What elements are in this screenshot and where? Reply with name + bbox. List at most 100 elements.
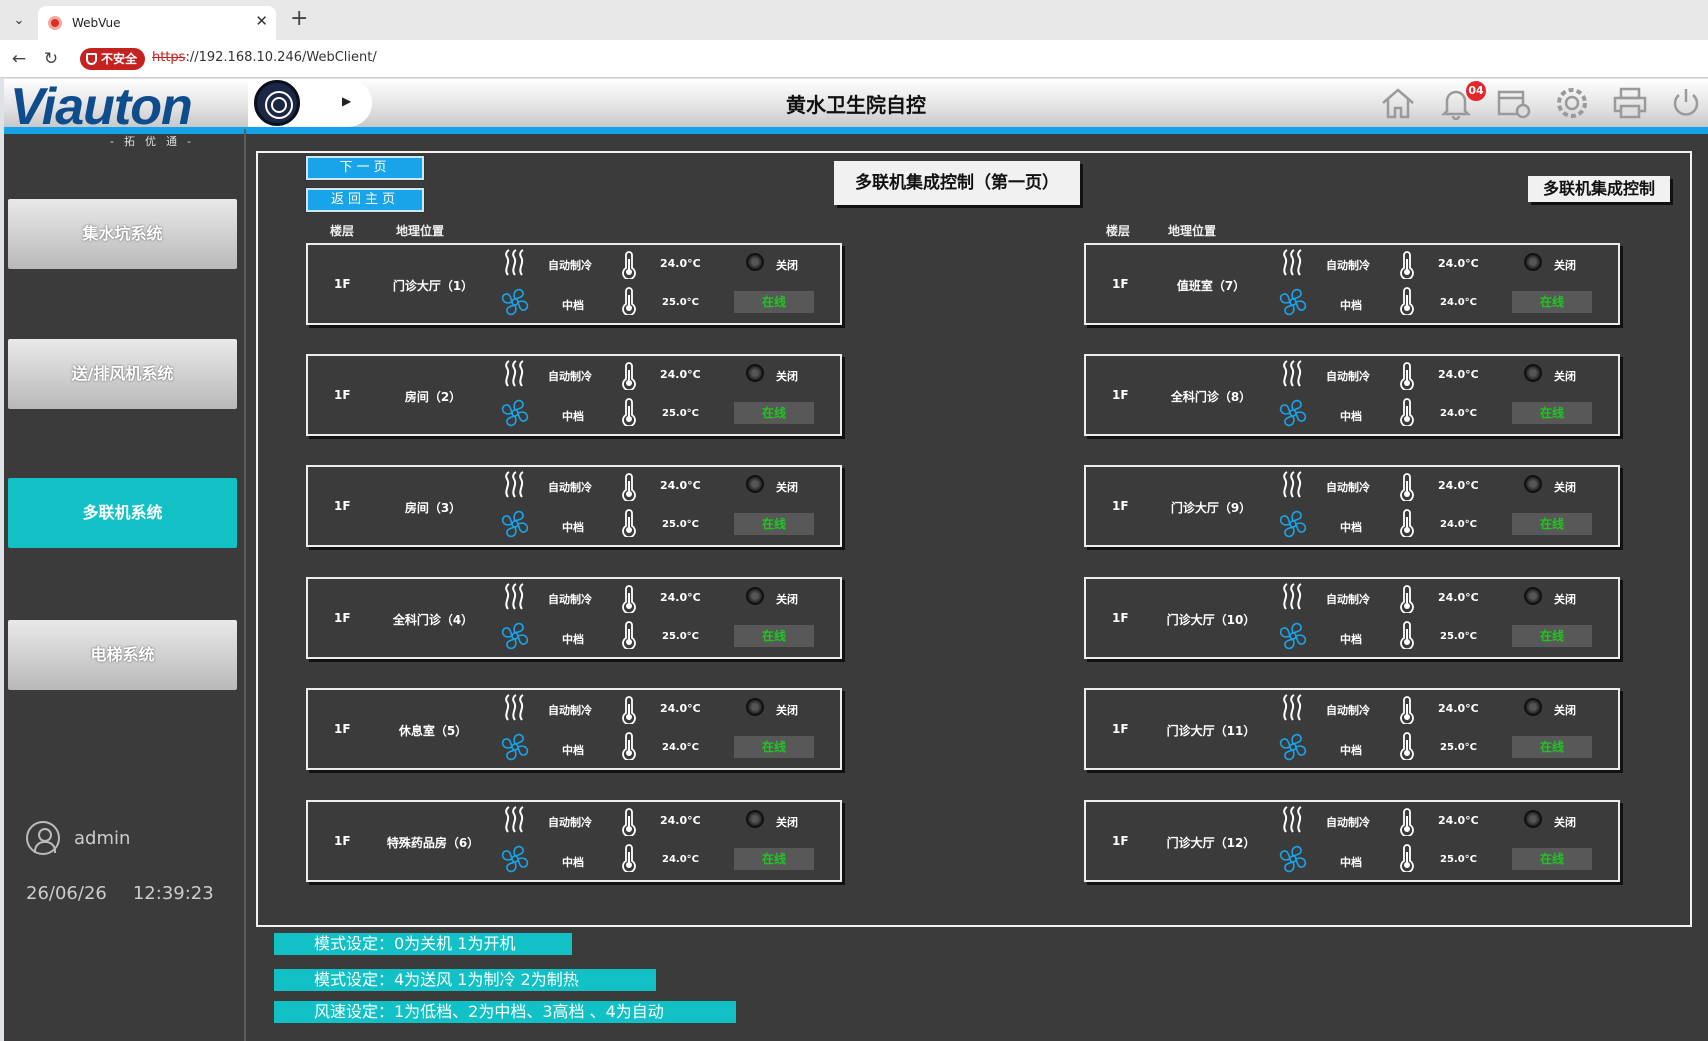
back-home-button[interactable]: 返回主页 xyxy=(306,188,424,212)
vrv-unit-card-5[interactable]: 1F 休息室（5） 自动制冷 中档 24.0°C 24.0°C 关闭 在线 xyxy=(306,688,842,770)
unit-mode[interactable]: 自动制冷 xyxy=(548,257,592,273)
vrv-unit-card-8[interactable]: 1F 全科门诊（8） 自动制冷 中档 24.0°C 24.0°C 关闭 在线 xyxy=(1084,354,1620,436)
unit-mode[interactable]: 自动制冷 xyxy=(1326,368,1370,384)
unit-fan-speed[interactable]: 中档 xyxy=(562,408,584,424)
unit-fan-speed[interactable]: 中档 xyxy=(1340,297,1362,313)
unit-mode[interactable]: 自动制冷 xyxy=(1326,814,1370,830)
unit-fan-speed[interactable]: 中档 xyxy=(1340,742,1362,758)
power-icon[interactable] xyxy=(1666,83,1706,123)
favicon-icon xyxy=(48,16,62,30)
unit-set-temperature[interactable]: 24.0°C xyxy=(660,368,701,381)
printer-icon[interactable] xyxy=(1610,83,1650,123)
unit-fan-speed[interactable]: 中档 xyxy=(1340,631,1362,647)
unit-mode[interactable]: 自动制冷 xyxy=(548,368,592,384)
power-knob-icon[interactable] xyxy=(1524,475,1542,493)
unit-set-temperature[interactable]: 24.0°C xyxy=(1438,368,1479,381)
vrv-unit-card-10[interactable]: 1F 门诊大厅（10） 自动制冷 中档 24.0°C 25.0°C 关闭 在线 xyxy=(1084,577,1620,659)
vrv-unit-card-6[interactable]: 1F 特殊药品房（6） 自动制冷 中档 24.0°C 24.0°C 关闭 在线 xyxy=(306,800,842,882)
vrv-unit-card-9[interactable]: 1F 门诊大厅（9） 自动制冷 中档 24.0°C 24.0°C 关闭 在线 xyxy=(1084,465,1620,547)
not-secure-chip[interactable]: 不安全 xyxy=(80,48,146,70)
shield-icon xyxy=(86,53,97,65)
unit-set-temperature[interactable]: 24.0°C xyxy=(660,702,701,715)
vrv-unit-card-2[interactable]: 1F 房间（2） 自动制冷 中档 24.0°C 25.0°C 关闭 在线 xyxy=(306,354,842,436)
power-knob-icon[interactable] xyxy=(746,810,764,828)
fan-icon[interactable] xyxy=(498,842,532,876)
unit-mode[interactable]: 自动制冷 xyxy=(548,814,592,830)
sidebar-item-vrv-system[interactable]: 多联机系统 xyxy=(8,478,237,548)
unit-power-state: 关闭 xyxy=(1554,816,1576,829)
fan-icon[interactable] xyxy=(498,396,532,430)
vrv-unit-card-11[interactable]: 1F 门诊大厅（11） 自动制冷 中档 24.0°C 25.0°C 关闭 在线 xyxy=(1084,688,1620,770)
vrv-unit-card-1[interactable]: 1F 门诊大厅（1） 自动制冷 中档 24.0°C 25.0°C 关闭 在线 xyxy=(306,243,842,325)
unit-set-temperature[interactable]: 24.0°C xyxy=(660,479,701,492)
vrv-unit-card-12[interactable]: 1F 门诊大厅（12） 自动制冷 中档 24.0°C 25.0°C 关闭 在线 xyxy=(1084,800,1620,882)
unit-mode[interactable]: 自动制冷 xyxy=(548,591,592,607)
unit-mode[interactable]: 自动制冷 xyxy=(1326,257,1370,273)
power-knob-icon[interactable] xyxy=(1524,810,1542,828)
power-knob-icon[interactable] xyxy=(1524,698,1542,716)
unit-set-temperature[interactable]: 24.0°C xyxy=(1438,591,1479,604)
unit-set-temperature[interactable]: 24.0°C xyxy=(1438,702,1479,715)
unit-fan-speed[interactable]: 中档 xyxy=(562,519,584,535)
unit-fan-speed[interactable]: 中档 xyxy=(562,297,584,313)
reload-icon[interactable]: ↻ xyxy=(40,48,62,70)
unit-set-temperature[interactable]: 24.0°C xyxy=(1438,814,1479,827)
unit-fan-speed[interactable]: 中档 xyxy=(562,854,584,870)
vrv-unit-card-4[interactable]: 1F 全科门诊（4） 自动制冷 中档 24.0°C 25.0°C 关闭 在线 xyxy=(306,577,842,659)
unit-mode[interactable]: 自动制冷 xyxy=(1326,591,1370,607)
fan-icon[interactable] xyxy=(1276,842,1310,876)
unit-fan-speed[interactable]: 中档 xyxy=(562,631,584,647)
unit-set-temperature[interactable]: 24.0°C xyxy=(1438,479,1479,492)
tab-close-icon[interactable]: ✕ xyxy=(255,12,268,30)
unit-mode[interactable]: 自动制冷 xyxy=(548,702,592,718)
sidebar-item-ventilation-system[interactable]: 送/排风机系统 xyxy=(8,339,237,409)
unit-mode[interactable]: 自动制冷 xyxy=(548,479,592,495)
vrv-unit-card-3[interactable]: 1F 房间（3） 自动制冷 中档 24.0°C 25.0°C 关闭 在线 xyxy=(306,465,842,547)
fan-icon[interactable] xyxy=(498,507,532,541)
heat-waves-icon xyxy=(1283,583,1302,610)
power-knob-icon[interactable] xyxy=(1524,364,1542,382)
next-page-button[interactable]: 下一页 xyxy=(306,156,424,180)
fan-icon[interactable] xyxy=(1276,285,1310,319)
unit-power-state: 关闭 xyxy=(776,816,798,829)
unit-set-temperature[interactable]: 24.0°C xyxy=(1438,257,1479,270)
fan-icon[interactable] xyxy=(498,619,532,653)
power-knob-icon[interactable] xyxy=(1524,253,1542,271)
vrv-unit-card-7[interactable]: 1F 值班室（7） 自动制冷 中档 24.0°C 24.0°C 关闭 在线 xyxy=(1084,243,1620,325)
unit-mode[interactable]: 自动制冷 xyxy=(1326,702,1370,718)
fan-icon[interactable] xyxy=(498,730,532,764)
fan-icon[interactable] xyxy=(1276,619,1310,653)
power-knob-icon[interactable] xyxy=(746,587,764,605)
unit-online-status: 在线 xyxy=(1512,402,1592,424)
fan-icon[interactable] xyxy=(1276,396,1310,430)
calendar-clock-icon[interactable] xyxy=(1494,83,1534,123)
unit-set-temperature[interactable]: 24.0°C xyxy=(660,591,701,604)
unit-fan-speed[interactable]: 中档 xyxy=(1340,408,1362,424)
unit-online-status: 在线 xyxy=(734,736,814,758)
tab-title: WebVue xyxy=(72,16,121,30)
unit-mode[interactable]: 自动制冷 xyxy=(1326,479,1370,495)
browser-tab[interactable]: WebVue ✕ xyxy=(38,6,276,40)
fan-icon[interactable] xyxy=(1276,730,1310,764)
new-tab-icon[interactable]: + xyxy=(290,6,308,31)
fan-icon[interactable] xyxy=(1276,507,1310,541)
back-arrow-icon[interactable]: ← xyxy=(8,48,30,70)
power-knob-icon[interactable] xyxy=(746,475,764,493)
power-knob-icon[interactable] xyxy=(746,253,764,271)
power-knob-icon[interactable] xyxy=(746,364,764,382)
unit-fan-speed[interactable]: 中档 xyxy=(1340,854,1362,870)
url-input[interactable]: 不安全 https://192.168.10.246/WebClient/ xyxy=(76,45,1706,73)
unit-fan-speed[interactable]: 中档 xyxy=(1340,519,1362,535)
fan-icon[interactable] xyxy=(498,285,532,319)
power-knob-icon[interactable] xyxy=(746,698,764,716)
tab-list-chevron-icon[interactable]: ⌄ xyxy=(8,9,30,31)
power-knob-icon[interactable] xyxy=(1524,587,1542,605)
sidebar-item-elevator-system[interactable]: 电梯系统 xyxy=(8,620,237,690)
unit-set-temperature[interactable]: 24.0°C xyxy=(660,814,701,827)
unit-set-temperature[interactable]: 24.0°C xyxy=(660,257,701,270)
unit-fan-speed[interactable]: 中档 xyxy=(562,742,584,758)
sidebar-item-sump-system[interactable]: 集水坑系统 xyxy=(8,199,237,269)
gear-icon[interactable] xyxy=(1552,83,1592,123)
unit-power-state: 关闭 xyxy=(776,593,798,606)
home-icon[interactable] xyxy=(1378,83,1418,123)
